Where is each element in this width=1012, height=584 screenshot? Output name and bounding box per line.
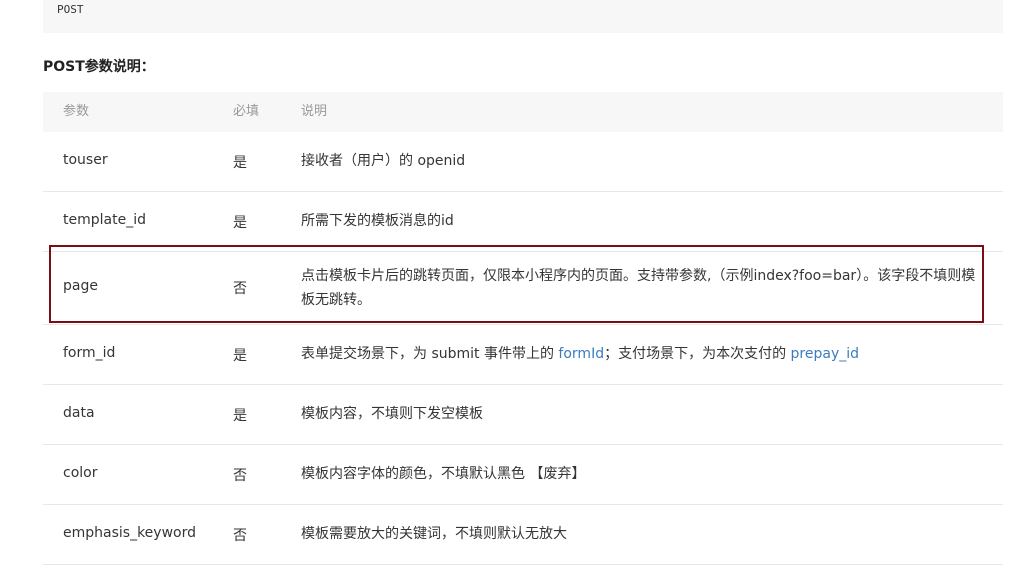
param-desc: 模板内容字体的颜色，不填默认黑色 【废弃】: [301, 466, 586, 482]
formid-link[interactable]: formId: [558, 346, 604, 362]
param-desc: 表单提交场景下，为 submit 事件带上的 formId；支付场景下，为本次支…: [301, 342, 981, 366]
table-row: data 是 模板内容，不填则下发空模板: [43, 385, 1003, 445]
table-header: 参数 必填 说明: [43, 92, 1003, 132]
table-row: emphasis_keyword 否 模板需要放大的关键词，不填则默认无放大: [43, 505, 1003, 565]
table-row: page 否 点击模板卡片后的跳转页面，仅限本小程序内的页面。支持带参数,（示例…: [43, 252, 1003, 325]
param-name: color: [63, 465, 98, 481]
param-name: template_id: [63, 212, 146, 228]
param-desc: 模板内容，不填则下发空模板: [301, 406, 483, 422]
param-required: 否: [233, 528, 247, 544]
param-name: page: [63, 278, 98, 294]
param-required: 是: [233, 348, 247, 364]
header-desc: 说明: [301, 104, 328, 119]
param-desc: 模板需要放大的关键词，不填则默认无放大: [301, 526, 567, 542]
table-row: form_id 是 表单提交场景下，为 submit 事件带上的 formId；…: [43, 325, 1003, 385]
table-row: color 否 模板内容字体的颜色，不填默认黑色 【废弃】: [43, 445, 1003, 505]
param-required: 否: [233, 281, 247, 297]
header-required: 必填: [233, 104, 260, 119]
param-name: form_id: [63, 345, 116, 361]
param-desc: 点击模板卡片后的跳转页面，仅限本小程序内的页面。支持带参数,（示例index?f…: [301, 268, 976, 308]
param-desc-text: ；支付场景下，为本次支付的: [604, 346, 791, 362]
code-text: POST: [57, 3, 84, 16]
param-required: 是: [233, 215, 247, 231]
params-table: 参数 必填 说明 touser 是 接收者（用户）的 openid templa…: [43, 92, 1003, 565]
param-name: emphasis_keyword: [63, 525, 196, 541]
section-title: POST参数说明：: [43, 59, 155, 75]
param-desc: 接收者（用户）的 openid: [301, 153, 466, 169]
param-desc: 所需下发的模板消息的id: [301, 213, 454, 229]
code-block: POST: [43, 0, 1003, 33]
table-row: template_id 是 所需下发的模板消息的id: [43, 192, 1003, 252]
param-desc-text: 表单提交场景下，为 submit 事件带上的: [301, 346, 559, 362]
param-name: data: [63, 405, 95, 421]
table-row: touser 是 接收者（用户）的 openid: [43, 132, 1003, 192]
param-required: 是: [233, 155, 247, 171]
param-required: 否: [233, 468, 247, 484]
param-name: touser: [63, 152, 108, 168]
param-required: 是: [233, 408, 247, 424]
header-param: 参数: [63, 104, 90, 119]
prepay-id-link[interactable]: prepay_id: [791, 346, 859, 362]
